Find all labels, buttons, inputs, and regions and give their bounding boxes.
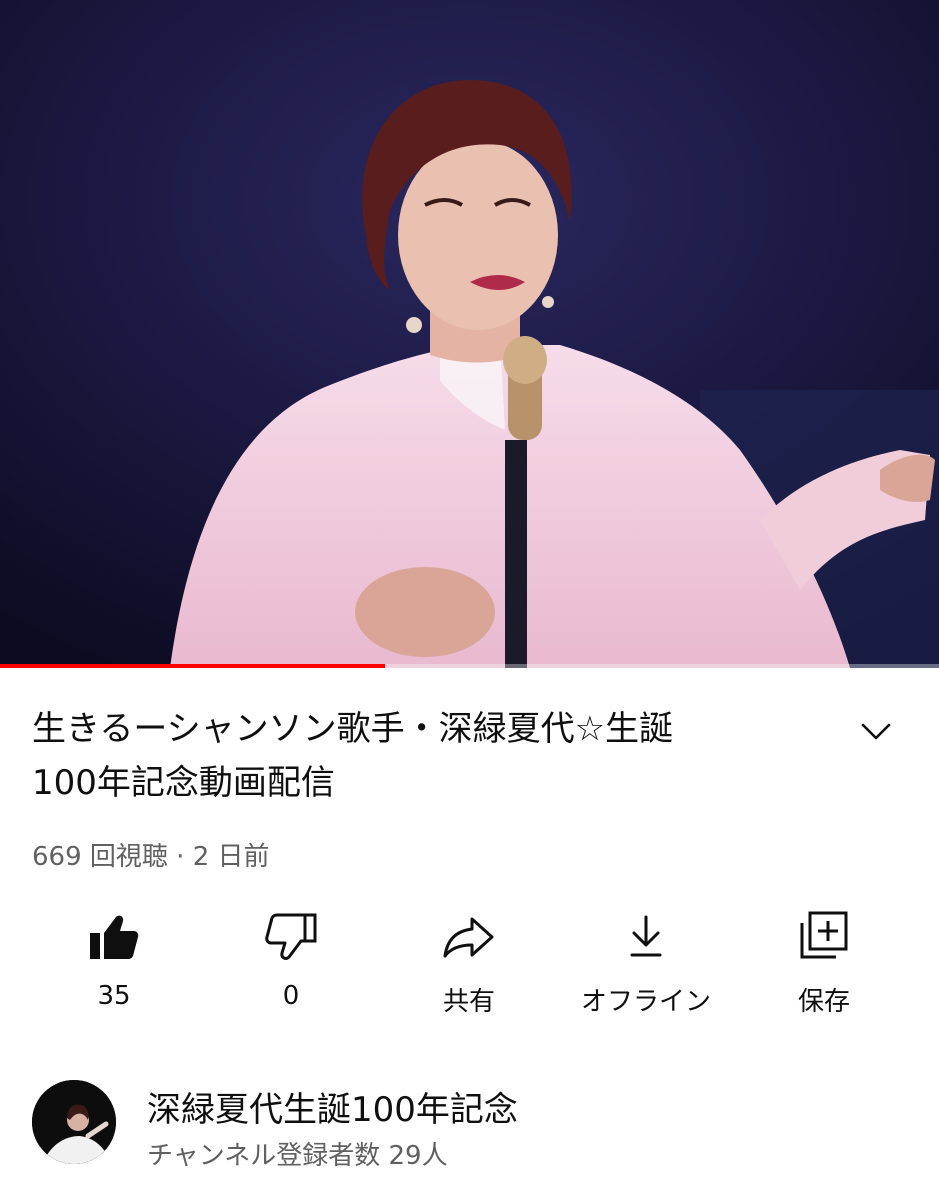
meta-separator: · (176, 842, 185, 872)
like-button[interactable]: 35 (29, 905, 199, 1025)
video-title: 生きるーシャンソン歌手・深緑夏代☆生誕 100年記念動画配信 (32, 702, 812, 810)
like-count: 35 (97, 981, 131, 1011)
channel-avatar[interactable] (32, 1080, 116, 1164)
expand-description-button[interactable] (852, 712, 900, 752)
upload-age: 2 日前 (192, 842, 270, 872)
video-progress-bar[interactable] (0, 664, 939, 668)
dislike-count: 0 (282, 981, 300, 1011)
save-button[interactable]: 保存 (739, 905, 909, 1025)
video-player[interactable] (0, 0, 939, 668)
download-icon (630, 915, 662, 957)
subscriber-count: チャンネル登録者数 29人 (147, 1141, 448, 1171)
view-count: 669 回視聴 (32, 842, 168, 872)
channel-name[interactable]: 深緑夏代生誕100年記念 (147, 1082, 518, 1131)
video-frame-image (0, 0, 939, 668)
video-title-line1: 生きるーシャンソン歌手・深緑夏代☆生誕 (32, 709, 674, 749)
video-meta: 669 回視聴 · 2 日前 (32, 836, 270, 873)
share-arrow-icon (443, 917, 494, 958)
thumbs-up-filled-icon (90, 915, 139, 959)
video-progress-fill (0, 664, 385, 668)
save-label: 保存 (797, 987, 850, 1017)
share-label: 共有 (442, 987, 495, 1017)
video-title-line2: 100年記念動画配信 (32, 763, 335, 803)
add-to-playlist-icon (800, 911, 848, 959)
dislike-button[interactable]: 0 (206, 905, 376, 1025)
channel-row[interactable]: 深緑夏代生誕100年記念 チャンネル登録者数 29人 (0, 1072, 939, 1182)
chevron-down-icon (861, 723, 891, 740)
download-label: オフライン (580, 987, 711, 1017)
share-button[interactable]: 共有 (384, 905, 554, 1025)
thumbs-down-icon (265, 913, 317, 960)
action-bar: 35 0 共有 オフライン 保存 (0, 905, 939, 1025)
channel-avatar-image (32, 1080, 116, 1164)
download-button[interactable]: オフライン (561, 905, 731, 1025)
